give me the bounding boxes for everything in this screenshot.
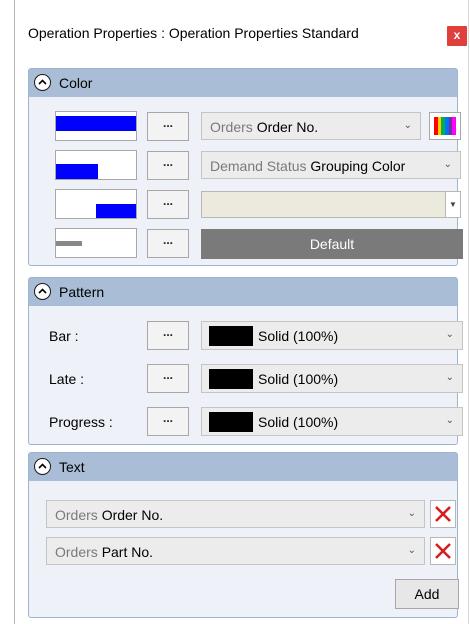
combo-prefix: Orders xyxy=(210,119,253,135)
delete-text-button-2[interactable] xyxy=(430,537,456,565)
pattern-swatch xyxy=(209,326,253,346)
pattern-value: Solid (100%) xyxy=(258,414,339,430)
pattern-value: Solid (100%) xyxy=(258,371,339,387)
delete-x-icon xyxy=(435,543,451,559)
color-field-combo-2[interactable]: Demand Status Grouping Color ⌄ xyxy=(201,151,461,179)
default-button[interactable]: Default xyxy=(201,229,463,259)
window-title: Operation Properties : Operation Propert… xyxy=(28,25,359,41)
color-palette-button[interactable] xyxy=(429,112,461,140)
color-browse-button-4[interactable]: ... xyxy=(147,229,189,258)
chevron-down-icon: ⌄ xyxy=(407,508,416,519)
bar-pattern-combo[interactable]: Solid (100%) ⌄ xyxy=(201,321,463,350)
late-pattern-combo[interactable]: Solid (100%) ⌄ xyxy=(201,364,463,393)
text-section-header[interactable]: Text xyxy=(29,453,457,481)
late-pattern-browse-button[interactable]: ... xyxy=(147,364,189,393)
collapse-icon[interactable] xyxy=(34,283,51,300)
color-swatch-3[interactable] xyxy=(55,189,137,219)
text-section-title: Text xyxy=(59,459,85,475)
color-browse-button-3[interactable]: ... xyxy=(147,190,189,219)
pattern-section-header[interactable]: Pattern xyxy=(29,278,457,306)
progress-pattern-combo[interactable]: Solid (100%) ⌄ xyxy=(201,407,463,436)
combo-value: Order No. xyxy=(256,119,319,135)
chevron-down-icon: ⌄ xyxy=(445,372,454,383)
color-section: Color ... Orders Order No. ⌄ ... Demand … xyxy=(28,68,463,266)
pattern-section: Pattern Bar : ... Solid (100%) ⌄ Late : … xyxy=(28,277,463,445)
color-swatch-1[interactable] xyxy=(55,111,137,141)
combo-prefix: Orders xyxy=(55,544,98,560)
palette-icon xyxy=(434,117,457,135)
combo-value: Grouping Color xyxy=(310,158,406,174)
pattern-swatch xyxy=(209,369,253,389)
text-field-combo-2[interactable]: Orders Part No. ⌄ xyxy=(46,537,425,565)
color-section-title: Color xyxy=(59,75,93,91)
chevron-down-icon: ⌄ xyxy=(445,415,454,426)
combo-prefix: Orders xyxy=(55,507,98,523)
add-button[interactable]: Add xyxy=(395,579,459,609)
delete-text-button-1[interactable] xyxy=(430,500,456,528)
late-label: Late : xyxy=(49,371,85,387)
combo-value: Order No. xyxy=(101,507,164,523)
pattern-swatch xyxy=(209,412,253,432)
color-section-header[interactable]: Color xyxy=(29,69,457,97)
operation-properties-window: Operation Properties : Operation Propert… xyxy=(14,0,469,624)
chevron-down-icon: ⌄ xyxy=(443,159,452,170)
combo-value: Part No. xyxy=(101,544,154,560)
bar-pattern-browse-button[interactable]: ... xyxy=(147,321,189,350)
progress-label: Progress : xyxy=(49,414,113,430)
color-browse-button-1[interactable]: ... xyxy=(147,112,189,141)
chevron-down-icon: ⌄ xyxy=(403,120,412,131)
pattern-section-title: Pattern xyxy=(59,284,105,300)
combo-prefix: Demand Status xyxy=(210,158,307,174)
chevron-down-icon: ⌄ xyxy=(445,329,454,340)
text-field-combo-1[interactable]: Orders Order No. ⌄ xyxy=(46,500,425,528)
text-section: Text Orders Order No. ⌄ Orders Part No. … xyxy=(28,452,459,618)
dropdown-arrow-icon[interactable]: ▼ xyxy=(445,192,460,217)
color-swatch-2[interactable] xyxy=(55,150,137,180)
chevron-down-icon: ⌄ xyxy=(407,545,416,556)
delete-x-icon xyxy=(435,506,451,522)
color-value-dropdown[interactable]: ▼ xyxy=(201,191,461,218)
progress-pattern-browse-button[interactable]: ... xyxy=(147,407,189,436)
close-button[interactable]: x xyxy=(447,26,467,46)
collapse-icon[interactable] xyxy=(34,74,51,91)
color-field-combo-1[interactable]: Orders Order No. ⌄ xyxy=(201,112,421,140)
collapse-icon[interactable] xyxy=(34,458,51,475)
color-swatch-4[interactable] xyxy=(55,228,137,258)
color-browse-button-2[interactable]: ... xyxy=(147,151,189,180)
bar-label: Bar : xyxy=(49,328,79,344)
pattern-value: Solid (100%) xyxy=(258,328,339,344)
